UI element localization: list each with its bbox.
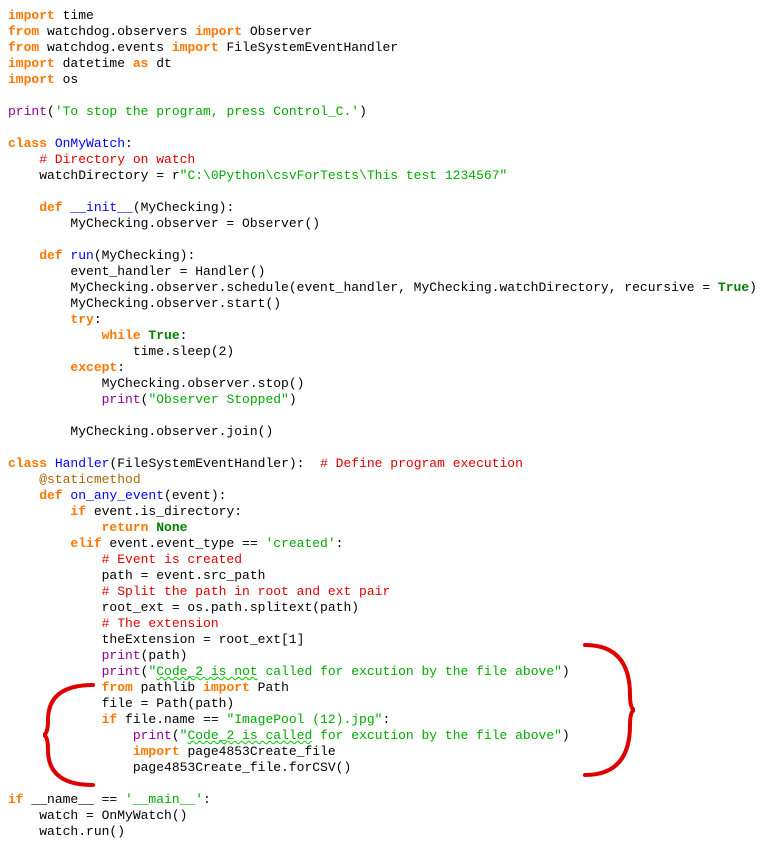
line-21: while True: bbox=[8, 328, 187, 343]
line-34: elif event.event_type == 'created': bbox=[8, 536, 343, 551]
line-13: def __init__(MyChecking): bbox=[8, 200, 234, 215]
line-27: MyChecking.observer.join() bbox=[8, 424, 273, 439]
line-33: return None bbox=[8, 520, 187, 535]
line-44: file = Path(path) bbox=[8, 696, 234, 711]
line-43: from pathlib import Path bbox=[8, 680, 289, 695]
line-46: print("Code_2 is called for excution by … bbox=[8, 728, 570, 743]
line-31: def on_any_event(event): bbox=[8, 488, 226, 503]
line-5: import os bbox=[8, 72, 78, 87]
line-39: # The extension bbox=[8, 616, 219, 631]
line-9: class OnMyWatch: bbox=[8, 136, 133, 151]
line-37: # Split the path in root and ext pair bbox=[8, 584, 390, 599]
line-11: watchDirectory = r"C:\0Python\csvForTest… bbox=[8, 168, 507, 183]
line-7: print('To stop the program, press Contro… bbox=[8, 104, 367, 119]
line-22: time.sleep(2) bbox=[8, 344, 234, 359]
line-3: from watchdog.events import FileSystemEv… bbox=[8, 40, 398, 55]
line-38: root_ext = os.path.splitext(path) bbox=[8, 600, 359, 615]
line-17: event_handler = Handler() bbox=[8, 264, 265, 279]
line-30: @staticmethod bbox=[8, 472, 141, 487]
line-1: import time bbox=[8, 8, 94, 23]
line-16: def run(MyChecking): bbox=[8, 248, 195, 263]
line-29: class Handler(FileSystemEventHandler): #… bbox=[8, 456, 523, 471]
line-25: print("Observer Stopped") bbox=[8, 392, 297, 407]
line-35: # Event is created bbox=[8, 552, 242, 567]
line-51: watch = OnMyWatch() bbox=[8, 808, 187, 823]
line-50: if __name__ == '__main__': bbox=[8, 792, 211, 807]
line-2: from watchdog.observers import Observer bbox=[8, 24, 312, 39]
line-45: if file.name == "ImagePool (12).jpg": bbox=[8, 712, 390, 727]
line-18: MyChecking.observer.schedule(event_handl… bbox=[8, 280, 757, 295]
line-20: try: bbox=[8, 312, 102, 327]
line-41: print(path) bbox=[8, 648, 187, 663]
line-47: import page4853Create_file bbox=[8, 744, 336, 759]
line-19: MyChecking.observer.start() bbox=[8, 296, 281, 311]
line-23: except: bbox=[8, 360, 125, 375]
line-24: MyChecking.observer.stop() bbox=[8, 376, 304, 391]
code-block: import time from watchdog.observers impo… bbox=[8, 8, 765, 840]
line-48: page4853Create_file.forCSV() bbox=[8, 760, 351, 775]
line-4: import datetime as dt bbox=[8, 56, 172, 71]
line-36: path = event.src_path bbox=[8, 568, 265, 583]
line-42: print("Code_2 is not called for excution… bbox=[8, 664, 570, 679]
line-14: MyChecking.observer = Observer() bbox=[8, 216, 320, 231]
line-32: if event.is_directory: bbox=[8, 504, 242, 519]
line-10: # Directory on watch bbox=[8, 152, 195, 167]
line-40: theExtension = root_ext[1] bbox=[8, 632, 304, 647]
